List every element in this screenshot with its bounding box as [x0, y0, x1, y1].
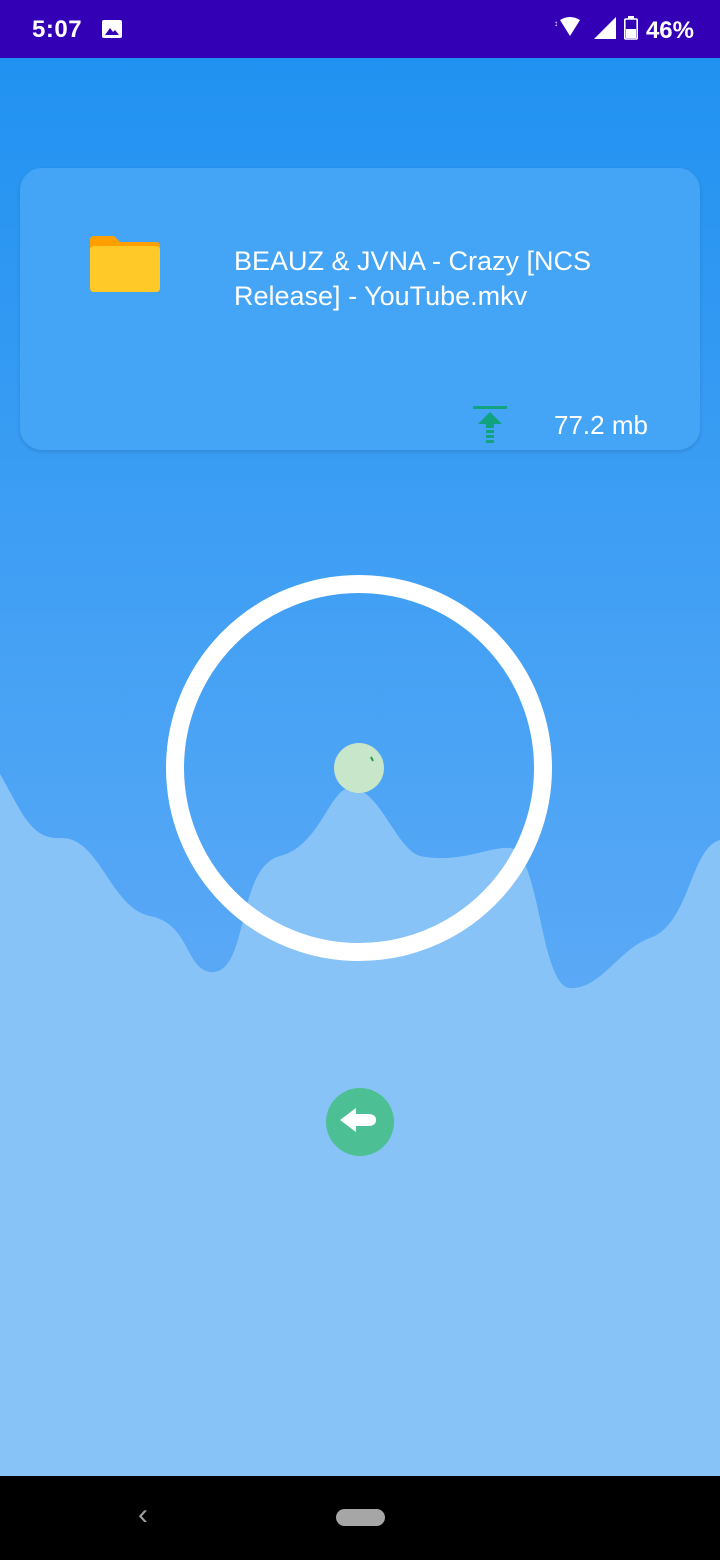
- navigation-bar: ‹: [0, 1476, 720, 1560]
- signal-icon: [593, 17, 616, 44]
- battery-percent: 46%: [645, 16, 694, 44]
- chevron-left-icon[interactable]: ‹: [138, 1498, 148, 1532]
- transfer-screen: BEAUZ & JVNA - Crazy [NCS Release] - You…: [0, 58, 720, 1476]
- home-pill-icon[interactable]: [336, 1509, 385, 1526]
- file-card[interactable]: BEAUZ & JVNA - Crazy [NCS Release] - You…: [20, 168, 700, 450]
- status-icons: ↕ 46%: [554, 16, 694, 45]
- back-button[interactable]: [326, 1088, 394, 1156]
- progress-ring: [166, 575, 552, 961]
- arrow-left-icon: [338, 1105, 382, 1140]
- file-name: BEAUZ & JVNA - Crazy [NCS Release] - You…: [234, 246, 592, 311]
- image-icon: [102, 20, 122, 38]
- progress-center-dot: [334, 743, 384, 793]
- status-bar: 5:07 ↕ 46%: [0, 0, 720, 58]
- status-time: 5:07: [32, 16, 83, 43]
- upload-icon: [472, 404, 508, 444]
- svg-text:↕: ↕: [554, 19, 558, 28]
- wifi-icon: ↕: [554, 16, 586, 45]
- battery-icon: [623, 16, 638, 45]
- file-size: 77.2 mb: [554, 410, 648, 440]
- folder-icon: [88, 234, 162, 294]
